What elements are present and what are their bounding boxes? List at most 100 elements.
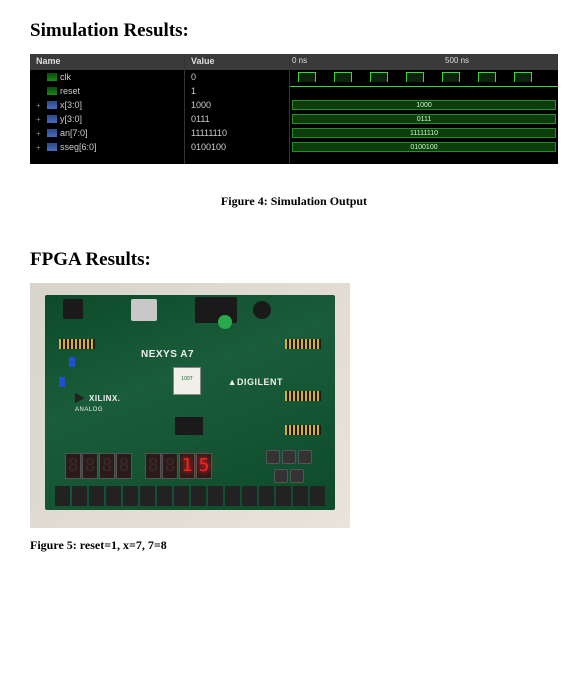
slide-switch <box>225 486 240 506</box>
clk-waveform <box>290 70 558 84</box>
audio-jack <box>253 301 271 319</box>
simulation-waveform-panel: Name clk reset +x[3:0] +y[3:0] +an[7:0] … <box>30 54 558 164</box>
signal-name: reset <box>60 86 80 96</box>
pushbutton <box>266 450 280 464</box>
figure-5-caption: Figure 5: reset=1, x=7, 7=8 <box>30 538 558 553</box>
expand-icon[interactable]: + <box>36 101 44 110</box>
xilinx-logo: XILINX. <box>75 393 121 403</box>
xilinx-triangle-icon <box>75 393 85 403</box>
signal-value: 0 <box>191 72 196 82</box>
slide-switch <box>310 486 325 506</box>
value-row: 1 <box>185 84 289 98</box>
expand-icon[interactable]: + <box>36 143 44 152</box>
bus-waveform: 11111110 <box>290 127 558 139</box>
pmod-header <box>59 339 95 349</box>
sseg-digit: 8 <box>145 453 161 479</box>
signal-names-column: Name clk reset +x[3:0] +y[3:0] +an[7:0] … <box>30 54 185 164</box>
sseg-digit: 8 <box>162 453 178 479</box>
value-row: 0 <box>185 70 289 84</box>
signal-name: x[3:0] <box>60 100 82 110</box>
pmod-header <box>285 391 321 401</box>
bus-waveform: 1000 <box>290 99 558 111</box>
bus-value: 0111 <box>292 114 556 124</box>
signal-icon <box>47 73 57 81</box>
signal-row: reset <box>30 84 184 98</box>
value-row: 0111 <box>185 112 289 126</box>
signal-name: an[7:0] <box>60 128 88 138</box>
pushbutton <box>274 469 288 483</box>
slide-switch <box>72 486 87 506</box>
seven-segment-group-left: 8 8 8 8 <box>65 453 132 479</box>
pushbutton-group <box>263 450 315 486</box>
expand-icon[interactable]: + <box>36 129 44 138</box>
slide-switch <box>208 486 223 506</box>
slide-switch <box>140 486 155 506</box>
seven-segment-group-right: 8 8 1 5 <box>145 453 212 479</box>
usb-connector <box>131 299 157 321</box>
bus-value: 0100100 <box>292 142 556 152</box>
pcb: NEXYS A7 XILINX. ▲DIGILENT ANALOG 100T 8… <box>45 295 335 510</box>
bus-waveform: 0100100 <box>290 141 558 153</box>
jumper <box>59 377 65 387</box>
pmod-header <box>285 425 321 435</box>
bus-value: 1000 <box>292 100 556 110</box>
pushbutton <box>290 469 304 483</box>
slide-switch <box>276 486 291 506</box>
reset-waveform <box>290 84 558 98</box>
signal-name: sseg[6:0] <box>60 142 97 152</box>
slide-switch-row <box>55 486 325 506</box>
signal-name: clk <box>60 72 71 82</box>
signal-row: +y[3:0] <box>30 112 184 126</box>
sseg-digit: 8 <box>82 453 98 479</box>
slide-switch <box>242 486 257 506</box>
xilinx-label: XILINX. <box>89 394 121 403</box>
signal-value: 1 <box>191 86 196 96</box>
signal-icon <box>47 101 57 109</box>
jumper <box>69 357 75 367</box>
pushbutton <box>298 450 312 464</box>
sseg-digit-lit: 1 <box>179 453 195 479</box>
slide-switch <box>191 486 206 506</box>
slide-switch <box>259 486 274 506</box>
timeline-start-label: 0 ns <box>292 56 307 65</box>
slide-switch <box>89 486 104 506</box>
slide-switch <box>55 486 70 506</box>
fpga-results-heading: FPGA Results: <box>30 249 558 271</box>
figure-4-caption: Figure 4: Simulation Output <box>30 194 558 209</box>
signal-row: + sseg[6:0] <box>30 140 184 154</box>
timeline-ruler: 0 ns 500 ns <box>290 54 558 70</box>
bus-value: 11111110 <box>292 128 556 138</box>
signal-value: 1000 <box>191 100 211 110</box>
sseg-digit: 8 <box>99 453 115 479</box>
expand-icon[interactable]: + <box>36 115 44 124</box>
fpga-board-photo: NEXYS A7 XILINX. ▲DIGILENT ANALOG 100T 8… <box>30 283 350 528</box>
slide-switch <box>157 486 172 506</box>
signal-icon <box>47 87 57 95</box>
signal-values-column: Value 0 1 1000 0111 11111110 0100100 <box>185 54 290 164</box>
memory-chip <box>175 417 203 435</box>
name-column-header: Name <box>30 54 184 70</box>
pmod-header <box>285 339 321 349</box>
slide-switch <box>106 486 121 506</box>
simulation-results-heading: Simulation Results: <box>30 20 558 42</box>
fpga-chip: 100T <box>173 367 201 395</box>
signal-icon <box>47 129 57 137</box>
waveform-column: 0 ns 500 ns 1000 0111 11111110 0100100 <box>290 54 558 164</box>
timeline-mark-label: 500 ns <box>445 56 469 65</box>
sseg-digit: 8 <box>116 453 132 479</box>
value-row: 0100100 <box>185 140 289 154</box>
power-jack <box>63 299 83 319</box>
slide-switch <box>174 486 189 506</box>
signal-row: clk <box>30 70 184 84</box>
signal-icon <box>47 143 57 151</box>
sseg-digit-lit: 5 <box>196 453 212 479</box>
value-row: 1000 <box>185 98 289 112</box>
signal-value: 0100100 <box>191 142 226 152</box>
digilent-label: ▲DIGILENT <box>228 377 283 387</box>
bus-waveform: 0111 <box>290 113 558 125</box>
sseg-digit: 8 <box>65 453 81 479</box>
waveform-area: 1000 0111 11111110 0100100 <box>290 70 558 154</box>
slide-switch <box>123 486 138 506</box>
slide-switch <box>293 486 308 506</box>
chip-label: 100T <box>181 376 192 382</box>
